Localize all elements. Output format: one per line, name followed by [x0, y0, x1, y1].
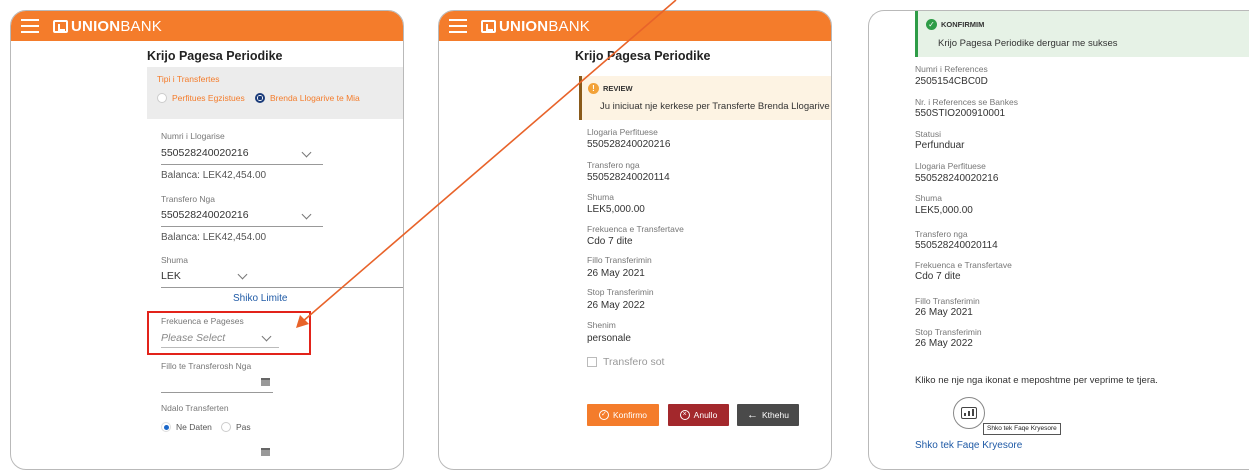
annotation-arrow	[296, 0, 677, 328]
arrow-line	[301, 0, 677, 323]
